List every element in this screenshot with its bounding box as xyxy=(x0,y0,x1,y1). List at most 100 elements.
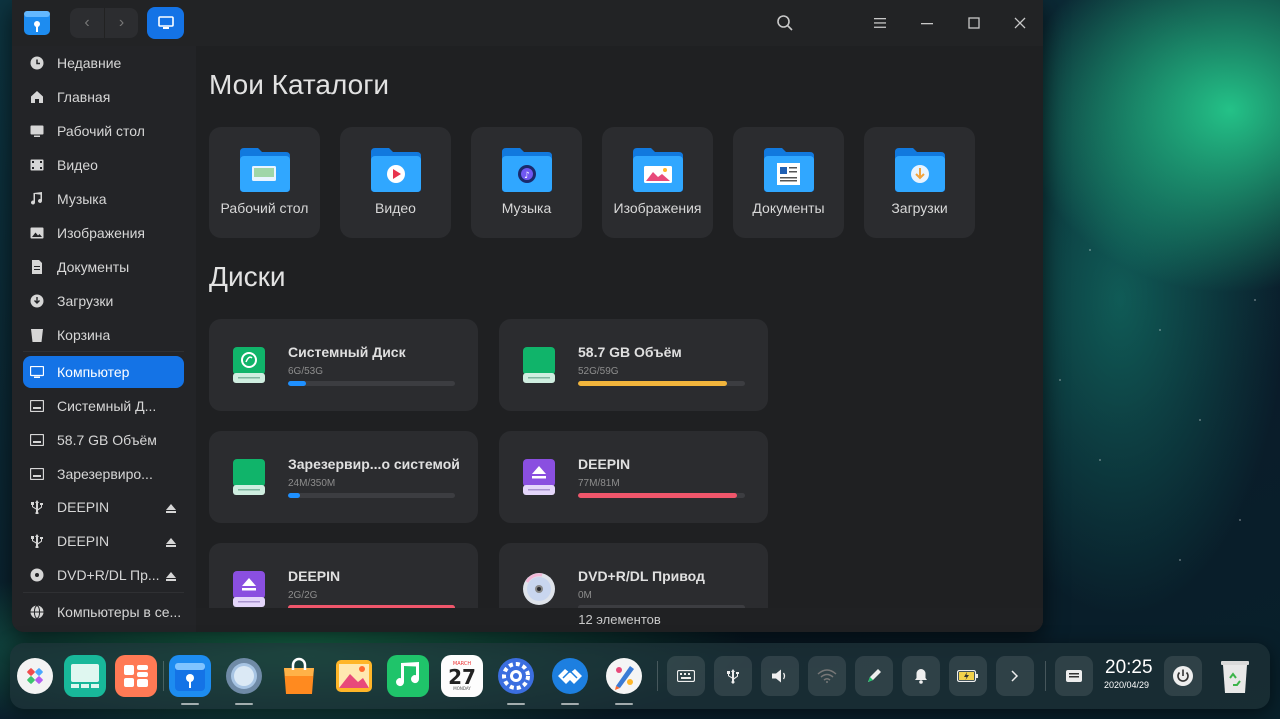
usb-icon xyxy=(29,499,45,515)
catalog-music[interactable]: ♪ Музыка xyxy=(471,127,582,238)
music-folder-icon: ♪ xyxy=(502,148,552,192)
disk-name: DEEPIN xyxy=(288,568,341,584)
sidebar-item-network[interactable]: Компьютеры в се... xyxy=(23,596,184,628)
volume-button[interactable] xyxy=(761,656,799,696)
breadcrumb-computer-button[interactable] xyxy=(147,7,184,39)
catalog-downloads[interactable]: Загрузки xyxy=(864,127,975,238)
close-button[interactable] xyxy=(1009,12,1031,34)
onboard-keyboard-button[interactable] xyxy=(1055,656,1093,696)
running-indicator xyxy=(615,703,633,705)
multitasking-view-button[interactable] xyxy=(64,655,106,697)
calendar-dock-button[interactable]: MARCH 27 MONDAY xyxy=(441,655,483,697)
handshake-icon xyxy=(552,658,588,694)
power-button[interactable] xyxy=(1164,656,1202,696)
dock-divider xyxy=(163,661,164,691)
usb-icon xyxy=(727,669,739,684)
catalog-documents[interactable]: Документы xyxy=(733,127,844,238)
catalog-label: Документы xyxy=(752,200,825,216)
disk-card-deepin-1[interactable]: DEEPIN 77M/81M xyxy=(499,431,768,523)
notifications-button[interactable] xyxy=(902,656,940,696)
disk-usage-fill xyxy=(578,493,737,498)
sidebar-item-music[interactable]: Музыка xyxy=(23,183,184,215)
forward-button[interactable]: › xyxy=(104,8,138,38)
disk-icon xyxy=(29,398,45,414)
catalog-images[interactable]: Изображения xyxy=(602,127,713,238)
network-icon xyxy=(29,604,45,620)
sidebar-item-deepin-2[interactable]: DEEPIN xyxy=(23,525,184,557)
dock-divider xyxy=(1045,661,1046,691)
launcher-button[interactable] xyxy=(14,655,56,697)
running-indicator xyxy=(181,703,199,705)
sidebar-item-computer[interactable]: Компьютер xyxy=(23,356,184,388)
sidebar-item-system-disk[interactable]: Системный Д... xyxy=(23,390,184,422)
maximize-button[interactable] xyxy=(963,12,985,34)
disk-usage-bar xyxy=(578,381,745,386)
app-store-dock-button[interactable] xyxy=(278,655,320,697)
sidebar-item-video[interactable]: Видео xyxy=(23,149,184,181)
disk-card-dvd[interactable]: DVD+R/DL Привод 0M xyxy=(499,543,768,608)
eject-icon[interactable] xyxy=(166,534,176,550)
menu-button[interactable] xyxy=(869,12,891,34)
sidebar-item-label: Видео xyxy=(57,157,98,173)
catalog-label: Изображения xyxy=(613,200,702,216)
power-icon xyxy=(1173,666,1193,686)
status-bar: 12 элементов xyxy=(196,608,1043,632)
dock-divider xyxy=(657,661,658,691)
running-indicator xyxy=(507,703,525,705)
support-dock-button[interactable] xyxy=(549,655,591,697)
disk-card-system[interactable]: Системный Диск 6G/53G xyxy=(209,319,478,411)
shopping-bag-icon xyxy=(284,657,314,694)
disk-usage-fill xyxy=(288,493,300,498)
sidebar-item-dvd[interactable]: DVD+R/DL Пр... xyxy=(23,559,184,591)
dvd-icon xyxy=(523,573,555,605)
gear-icon xyxy=(498,658,534,694)
sidebar-item-recent[interactable]: Недавние xyxy=(23,47,184,79)
browser-dock-button[interactable] xyxy=(223,655,265,697)
tray-expand-button[interactable] xyxy=(996,656,1034,696)
back-button[interactable]: ‹ xyxy=(70,8,104,38)
battery-button[interactable] xyxy=(949,656,987,696)
sidebar-item-label: DEEPIN xyxy=(57,499,110,515)
sidebar-item-documents[interactable]: Документы xyxy=(23,251,184,283)
sidebar-item-deepin-1[interactable]: DEEPIN xyxy=(23,491,184,523)
music-icon xyxy=(29,191,45,207)
clock-time[interactable]: 20:25 xyxy=(1105,657,1153,679)
disk-card-reserved[interactable]: Зарезервир...о системой 24M/350M xyxy=(209,431,478,523)
sidebar-item-trash[interactable]: Корзина xyxy=(23,319,184,351)
sidebar-item-desktop[interactable]: Рабочий стол xyxy=(23,115,184,147)
catalog-video[interactable]: Видео xyxy=(340,127,451,238)
sidebar-item-images[interactable]: Изображения xyxy=(23,217,184,249)
desktop-folder-icon xyxy=(240,148,290,192)
eject-icon[interactable] xyxy=(166,500,176,516)
calendar-day: 27 xyxy=(448,664,476,689)
downloads-folder-icon xyxy=(895,148,945,192)
draw-dock-button[interactable] xyxy=(603,655,645,697)
show-desktop-button[interactable] xyxy=(115,655,157,697)
disk-name: Системный Диск xyxy=(288,344,406,360)
disk-card-deepin-2[interactable]: DEEPIN 2G/2G xyxy=(209,543,478,608)
music-dock-button[interactable] xyxy=(387,655,429,697)
sidebar-item-home[interactable]: Главная xyxy=(23,81,184,113)
trash-dock-button[interactable] xyxy=(1214,655,1256,697)
keyboard-button[interactable] xyxy=(667,656,705,696)
sidebar-item-volume[interactable]: 58.7 GB Объём xyxy=(23,424,184,456)
sidebar-item-reserved[interactable]: Зарезервиро... xyxy=(23,458,184,490)
running-indicator xyxy=(235,703,253,705)
disk-card-volume[interactable]: 58.7 GB Объём 52G/59G xyxy=(499,319,768,411)
disk-usage-fill xyxy=(578,381,727,386)
wifi-button[interactable] xyxy=(808,656,846,696)
file-manager-dock-button[interactable] xyxy=(169,655,211,697)
catalog-desktop[interactable]: Рабочий стол xyxy=(209,127,320,238)
disk-usage-fill xyxy=(288,381,307,386)
desktop-icon xyxy=(29,123,45,139)
screen-annotate-button[interactable] xyxy=(855,656,893,696)
eject-icon[interactable] xyxy=(166,568,176,584)
sidebar-item-downloads[interactable]: Загрузки xyxy=(23,285,184,317)
disk-size: 52G/59G xyxy=(578,366,619,377)
image-viewer-dock-button[interactable] xyxy=(333,655,375,697)
scroll-area[interactable]: Мои Каталоги Рабочий стол Видео ♪ Музыка… xyxy=(196,46,1043,608)
control-center-dock-button[interactable] xyxy=(495,655,537,697)
usb-tray-button[interactable] xyxy=(714,656,752,696)
search-button[interactable] xyxy=(774,12,796,34)
minimize-button[interactable] xyxy=(916,12,938,34)
